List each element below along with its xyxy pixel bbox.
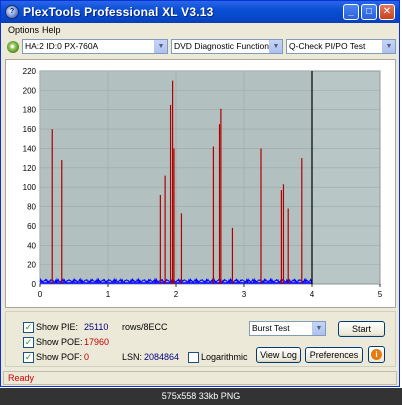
logarithmic-label: Logarithmic [201, 352, 248, 362]
chevron-down-icon[interactable]: ▼ [269, 40, 282, 53]
y-tick-label: 220 [23, 67, 37, 76]
y-tick-label: 80 [27, 203, 36, 212]
chevron-down-icon[interactable]: ▼ [154, 40, 167, 53]
function-select-value: DVD Diagnostic Functions [174, 41, 274, 51]
show-poe-checkbox[interactable]: ✓ [23, 337, 34, 348]
y-tick-label: 180 [23, 106, 37, 115]
info-icon: i [371, 349, 382, 360]
menu-help[interactable]: Help [42, 25, 61, 35]
minimize-button[interactable]: _ [343, 4, 359, 20]
preferences-button[interactable]: Preferences [305, 347, 363, 363]
image-caption: 575x558 33kb PNG [0, 388, 402, 405]
pof-value: 0 [84, 352, 90, 362]
menu-bar: Options Help [1, 23, 399, 37]
y-tick-label: 160 [23, 125, 37, 134]
show-pie-checkbox[interactable]: ✓ [23, 322, 34, 333]
x-tick-label: 3 [242, 290, 247, 299]
maximize-button[interactable]: □ [361, 4, 377, 20]
lsn-value: 2084864 [144, 352, 180, 362]
view-log-button[interactable]: View Log [256, 347, 301, 363]
menu-options[interactable]: Options [8, 25, 39, 35]
chevron-down-icon[interactable]: ▼ [382, 40, 395, 53]
chevron-down-icon[interactable]: ▼ [312, 322, 325, 335]
control-panel: ✓ Show PIE: 25110 rows/8ECC ✓ Show POE: … [5, 311, 396, 367]
y-tick-label: 60 [27, 222, 36, 231]
logarithmic-checkbox[interactable] [188, 352, 199, 363]
function-select[interactable]: DVD Diagnostic Functions ▼ [171, 39, 283, 54]
pie-value: 25110 [84, 322, 109, 332]
x-tick-label: 4 [310, 290, 315, 299]
y-tick-label: 20 [27, 261, 36, 270]
drive-select-value: HA:2 ID:0 PX-760A [25, 41, 99, 51]
info-button[interactable]: i [368, 346, 385, 363]
close-button[interactable]: ✕ [379, 4, 395, 20]
app-icon: ? [5, 5, 19, 19]
show-poe-label: Show POE: [36, 337, 83, 347]
test-select-value: Q-Check PI/PO Test [289, 41, 366, 51]
x-tick-label: 2 [174, 290, 179, 299]
app-window: ? PlexTools Professional XL V3.13 _ □ ✕ … [0, 0, 400, 387]
units-label: rows/8ECC [122, 322, 168, 332]
poe-value: 17960 [84, 337, 110, 347]
lsn-label: LSN: [122, 352, 143, 362]
show-pof-label: Show POF: [36, 352, 83, 362]
start-button[interactable]: Start [338, 321, 385, 337]
disc-drive-icon [7, 41, 19, 53]
chart-canvas: 0 20 40 60 80 100 120 140 160 180 200 220 0 1 2 3 4 5 [23, 67, 383, 299]
y-tick-label: 140 [23, 144, 37, 153]
test-select[interactable]: Q-Check PI/PO Test ▼ [286, 39, 396, 54]
status-text: Ready [8, 373, 35, 383]
mode-select[interactable]: Burst Test ▼ [249, 321, 326, 336]
mode-select-value: Burst Test [252, 323, 290, 333]
x-tick-label: 0 [38, 290, 43, 299]
status-bar: Ready [3, 371, 397, 385]
show-pie-label: Show PIE: [36, 322, 79, 332]
pi-po-chart: 0 20 40 60 80 100 120 140 160 180 200 220 0 1 2 3 4 5 [5, 59, 396, 308]
y-tick-label: 100 [23, 183, 37, 192]
toolbar: HA:2 ID:0 PX-760A ▼ DVD Diagnostic Funct… [1, 37, 399, 57]
title-bar[interactable]: ? PlexTools Professional XL V3.13 _ □ ✕ [1, 1, 399, 23]
y-tick-label: 40 [27, 241, 36, 250]
drive-select[interactable]: HA:2 ID:0 PX-760A ▼ [22, 39, 168, 54]
show-pof-checkbox[interactable]: ✓ [23, 352, 34, 363]
y-tick-label: 0 [32, 280, 37, 289]
x-tick-label: 1 [106, 290, 111, 299]
y-tick-label: 200 [23, 86, 37, 95]
x-tick-label: 5 [378, 290, 383, 299]
y-tick-label: 120 [23, 164, 37, 173]
window-title: PlexTools Professional XL V3.13 [23, 5, 214, 19]
